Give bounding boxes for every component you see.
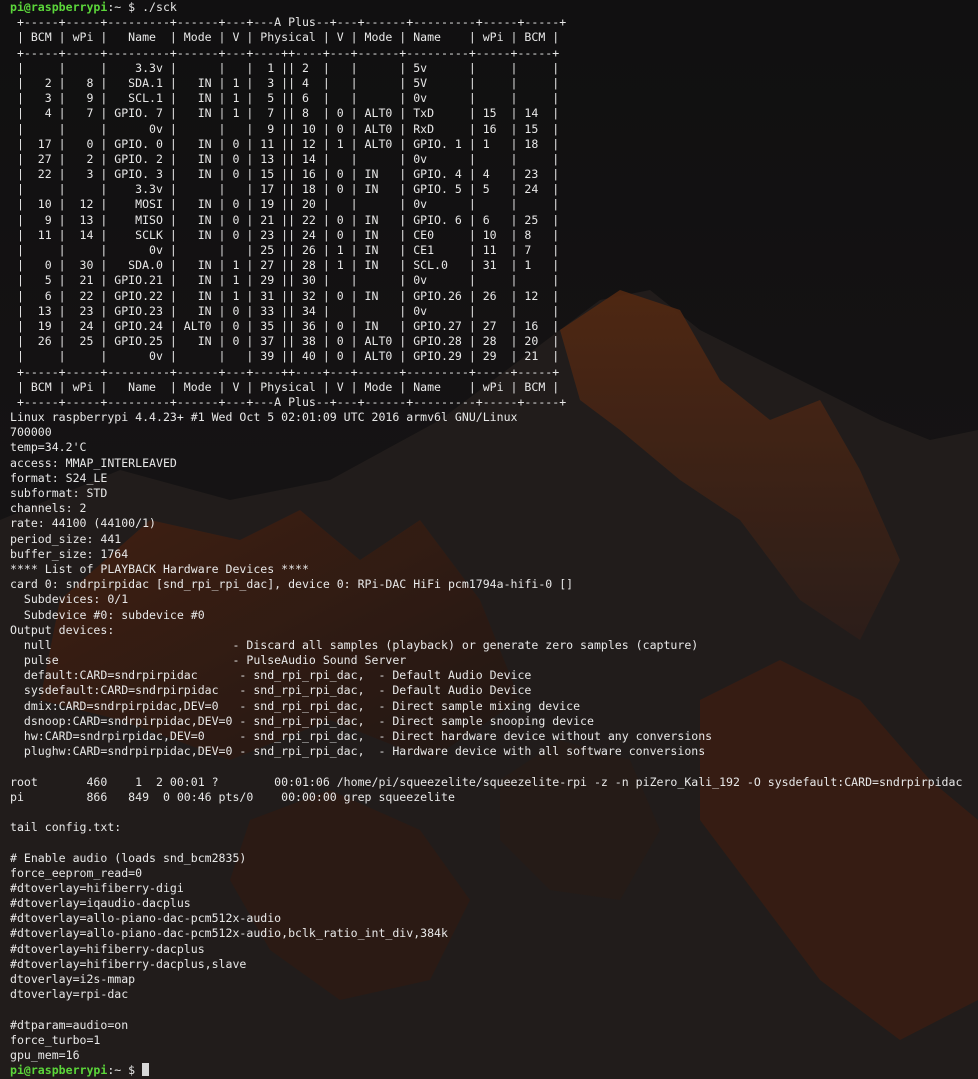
output-line: | | | 0v | | | 25 || 26 | 1 | IN | CE1 |… — [10, 243, 560, 257]
output-line: force_eeprom_read=0 — [10, 865, 143, 880]
output-line: temp=34.2'C — [10, 440, 87, 455]
output-line: | 26 | 25 | GPIO.25 | IN | 0 | 37 || 38 … — [10, 334, 560, 349]
output-line: #dtoverlay=hifiberry-dacplus,slave — [10, 956, 247, 971]
typed-command: ./sck — [142, 0, 177, 14]
output-line: tail config.txt: — [10, 820, 122, 835]
output-line: pulse - PulseAudio Sound Server — [10, 653, 407, 668]
output-line: default:CARD=sndrpirpidac - snd_rpi_rpi_… — [10, 668, 532, 683]
output-line: rate: 44100 (44100/1) — [10, 516, 156, 531]
output-line: #dtparam=audio=on — [10, 1017, 129, 1032]
output-line: | 0 | 30 | SDA.0 | IN | 1 | 27 || 28 | 1… — [10, 258, 560, 273]
output-line: | | | 0v | | | 39 || 40 | 0 | ALT0 | GPI… — [10, 349, 560, 364]
output-line: | | | 3.3v | | | 17 || 18 | 0 | IN | GPI… — [10, 182, 560, 197]
output-line: | | | 0v | | | 9 || 10 | 0 | ALT0 | RxD … — [10, 121, 560, 136]
output-line: +-----+-----+---------+------+---+---A P… — [10, 394, 567, 409]
output-line: Linux raspberrypi 4.4.23+ #1 Wed Oct 5 0… — [10, 410, 518, 425]
output-line: hw:CARD=sndrpirpidac,DEV=0 - snd_rpi_rpi… — [10, 729, 713, 743]
output-line: | BCM | wPi | Name | Mode | V | Physical… — [10, 30, 560, 45]
prompt-user-host: pi@raspberrypi — [10, 0, 108, 14]
output-line: | 9 | 13 | MISO | IN | 0 | 21 || 22 | 0 … — [10, 212, 560, 227]
output-line: card 0: sndrpirpidac [snd_rpi_rpi_dac], … — [10, 577, 574, 592]
output-line: #dtoverlay=hifiberry-digi — [10, 880, 184, 895]
output-line: buffer_size: 1764 — [10, 546, 129, 561]
output-line: | 4 | 7 | GPIO. 7 | IN | 1 | 7 || 8 | 0 … — [10, 106, 560, 121]
output-line: dtoverlay=i2s-mmap — [10, 972, 136, 986]
output-line: Output devices: — [10, 622, 115, 637]
output-line: format: S24_LE — [10, 470, 108, 485]
output-line: plughw:CARD=sndrpirpidac,DEV=0 - snd_rpi… — [10, 744, 706, 759]
output-line: | 2 | 8 | SDA.1 | IN | 1 | 3 || 4 | | | … — [10, 75, 560, 90]
output-line: #dtoverlay=hifiberry-dacplus — [10, 941, 205, 956]
output-line: pi 866 849 0 00:46 pts/0 00:00:00 grep s… — [10, 789, 455, 804]
current-prompt-user-host: pi@raspberrypi — [10, 1063, 108, 1078]
output-line: root 460 1 2 00:01 ? 00:01:06 /home/pi/s… — [10, 774, 963, 789]
output-line: dmix:CARD=sndrpirpidac,DEV=0 - snd_rpi_r… — [10, 698, 581, 713]
prompt-path: :~ $ — [107, 0, 143, 14]
text-cursor — [142, 1063, 150, 1077]
output-line: Subdevices: 0/1 — [10, 592, 129, 607]
output-line: | 11 | 14 | SCLK | IN | 0 | 23 || 24 | 0… — [10, 227, 560, 242]
output-line: | 10 | 12 | MOSI | IN | 0 | 19 || 20 | |… — [10, 197, 560, 212]
output-line: | 5 | 21 | GPIO.21 | IN | 1 | 29 || 30 |… — [10, 273, 560, 288]
output-line: | 27 | 2 | GPIO. 2 | IN | 0 | 13 || 14 |… — [10, 151, 560, 166]
output-line: dtoverlay=rpi-dac — [10, 987, 129, 1002]
output-line: #dtoverlay=allo-piano-dac-pcm512x-audio — [10, 911, 282, 926]
output-line: | 13 | 23 | GPIO.23 | IN | 0 | 33 || 34 … — [10, 303, 560, 318]
output-line: period_size: 441 — [10, 531, 122, 546]
output-line: null - Discard all samples (playback) or… — [10, 637, 699, 652]
output-line: | BCM | wPi | Name | Mode | V | Physical… — [10, 379, 560, 394]
output-line: #dtoverlay=allo-piano-dac-pcm512x-audio,… — [10, 926, 448, 941]
output-line: subformat: STD — [10, 486, 108, 500]
terminal-window[interactable]: pi@raspberrypi:~ $ ./sck +-----+-----+--… — [0, 0, 978, 1079]
output-line: | | | 3.3v | | | 1 || 2 | | | 5v | | | — [10, 60, 560, 75]
terminal-output: +-----+-----+---------+------+---+---A P… — [10, 15, 978, 1063]
output-line: dsnoop:CARD=sndrpirpidac,DEV=0 - snd_rpi… — [10, 713, 594, 728]
output-line: | 6 | 22 | GPIO.22 | IN | 1 | 31 || 32 |… — [10, 288, 560, 303]
output-line: **** List of PLAYBACK Hardware Devices *… — [10, 561, 309, 576]
output-line: #dtoverlay=iqaudio-dacplus — [10, 896, 191, 911]
output-line: force_turbo=1 — [10, 1032, 101, 1047]
command-line: pi@raspberrypi:~ $ ./sck — [10, 0, 978, 15]
output-line: | 22 | 3 | GPIO. 3 | IN | 0 | 15 || 16 |… — [10, 167, 560, 182]
output-line: +-----+-----+---------+------+---+----++… — [10, 364, 560, 379]
output-line: 700000 — [10, 425, 52, 440]
current-prompt-path: :~ $ — [107, 1063, 143, 1078]
current-prompt-line[interactable]: pi@raspberrypi:~ $ — [10, 1063, 978, 1078]
output-line: Subdevice #0: subdevice #0 — [10, 607, 205, 622]
output-line: sysdefault:CARD=sndrpirpidac - snd_rpi_r… — [10, 683, 532, 698]
output-line: +-----+-----+---------+------+---+---A P… — [10, 15, 567, 30]
output-line: | 17 | 0 | GPIO. 0 | IN | 0 | 11 || 12 |… — [10, 136, 560, 151]
output-line: +-----+-----+---------+------+---+----++… — [10, 45, 560, 60]
output-line: access: MMAP_INTERLEAVED — [10, 455, 177, 470]
output-line: # Enable audio (loads snd_bcm2835) — [10, 850, 247, 865]
output-line: channels: 2 — [10, 501, 87, 516]
output-line: | 3 | 9 | SCL.1 | IN | 1 | 5 || 6 | | | … — [10, 91, 560, 106]
output-line: | 19 | 24 | GPIO.24 | ALT0 | 0 | 35 || 3… — [10, 318, 560, 333]
output-line: gpu_mem=16 — [10, 1047, 80, 1062]
